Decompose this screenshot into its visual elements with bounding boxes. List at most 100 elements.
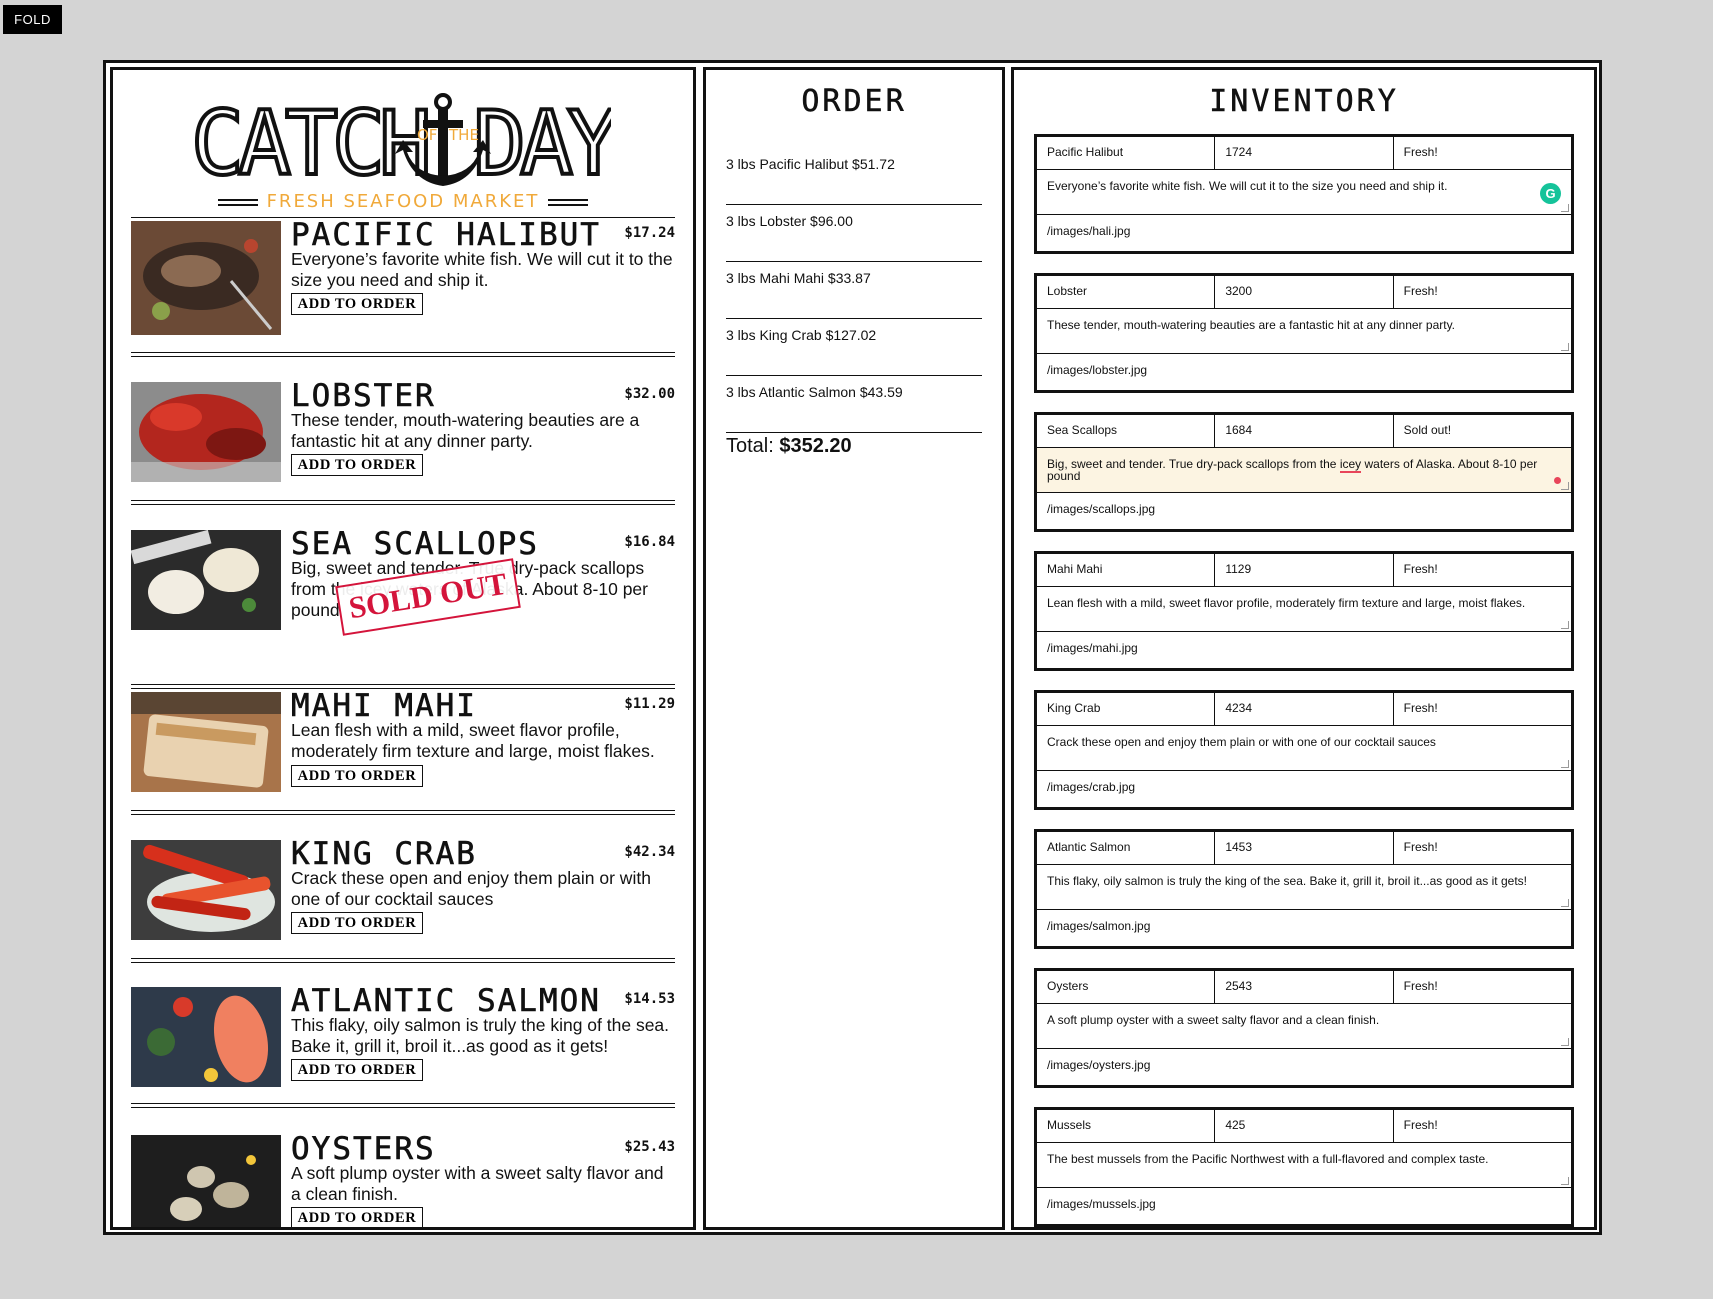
- svg-text:THE: THE: [448, 126, 479, 144]
- status-select[interactable]: Sold out!: [1393, 415, 1571, 447]
- menu-item-name: King Crab: [291, 836, 477, 873]
- image-field[interactable]: /images/mahi.jpg: [1037, 632, 1571, 666]
- name-field[interactable]: Oysters: [1037, 971, 1216, 1003]
- menu-item-price: $14.53: [624, 991, 675, 1007]
- resize-handle[interactable]: [1561, 1177, 1569, 1185]
- status-select[interactable]: Fresh!: [1393, 832, 1571, 864]
- name-field[interactable]: Sea Scallops: [1037, 415, 1216, 447]
- status-select[interactable]: Fresh!: [1393, 137, 1571, 169]
- menu-item-name: Pacific Halibut: [291, 217, 601, 254]
- add-to-order-button[interactable]: ADD TO ORDER: [291, 912, 423, 934]
- order-title: ORDER: [801, 84, 907, 120]
- price-field[interactable]: 425: [1215, 1110, 1394, 1142]
- description-textarea[interactable]: This flaky, oily salmon is truly the kin…: [1037, 865, 1571, 910]
- divider: [131, 958, 675, 963]
- grammarly-icon[interactable]: G: [1540, 183, 1561, 204]
- divider: [131, 352, 675, 357]
- divider: [131, 500, 675, 505]
- add-to-order-button[interactable]: ADD TO ORDER: [291, 1207, 423, 1227]
- price-field[interactable]: 1129: [1215, 554, 1394, 586]
- description-textarea[interactable]: Big, sweet and tender. True dry-pack sca…: [1037, 448, 1571, 493]
- description-textarea[interactable]: Everyone’s favorite white fish. We will …: [1037, 170, 1571, 215]
- image-field[interactable]: /images/salmon.jpg: [1037, 910, 1571, 944]
- resize-handle[interactable]: [1561, 899, 1569, 907]
- price-field[interactable]: 1453: [1215, 832, 1394, 864]
- order-line: 3 lbs Pacific Halibut $51.72: [726, 148, 982, 205]
- resize-handle[interactable]: [1561, 760, 1569, 768]
- name-field[interactable]: King Crab: [1037, 693, 1216, 725]
- resize-handle[interactable]: [1561, 621, 1569, 629]
- menu-item: Lobster $32.00 These tender, mouth-water…: [131, 378, 675, 522]
- menu-panel: CATCH DAY OF THE FRESH SEAFOOD MARKET PA…: [110, 67, 696, 1230]
- divider: [131, 1103, 675, 1108]
- name-field[interactable]: Mussels: [1037, 1110, 1216, 1142]
- inventory-card: King Crab 4234 Fresh! Crack these open a…: [1034, 690, 1574, 810]
- status-select[interactable]: Fresh!: [1393, 276, 1571, 308]
- image-field[interactable]: /images/mussels.jpg: [1037, 1188, 1571, 1222]
- menu-item-description: Everyone’s favorite white fish. We will …: [291, 249, 673, 290]
- image-field[interactable]: /images/oysters.jpg: [1037, 1049, 1571, 1083]
- price-field[interactable]: 4234: [1215, 693, 1394, 725]
- inventory-card: Oysters 2543 Fresh! A soft plump oyster …: [1034, 968, 1574, 1088]
- menu-item-name: Atlantic Salmon: [291, 983, 601, 1020]
- description-textarea[interactable]: Lean flesh with a mild, sweet flavor pro…: [1037, 587, 1571, 632]
- resize-handle[interactable]: [1561, 1038, 1569, 1046]
- menu-item-description: Lean flesh with a mild, sweet flavor pro…: [291, 720, 655, 761]
- oysters-photo: [131, 1135, 281, 1227]
- logo-wordmark: CATCH DAY OF THE: [191, 90, 611, 190]
- menu-item: Atlantic Salmon $14.53 This flaky, oily …: [131, 983, 675, 1137]
- logo: CATCH DAY OF THE FRESH SEAFOOD MARKET: [113, 70, 693, 218]
- add-to-order-button[interactable]: ADD TO ORDER: [291, 765, 423, 787]
- menu-item-name: Oysters: [291, 1131, 436, 1168]
- menu-item: King Crab $42.34 Crack these open and en…: [131, 836, 675, 990]
- image-field[interactable]: /images/lobster.jpg: [1037, 354, 1571, 388]
- spelling-error[interactable]: icey: [1339, 457, 1362, 473]
- name-field[interactable]: Lobster: [1037, 276, 1216, 308]
- resize-handle[interactable]: [1561, 204, 1569, 212]
- description-textarea[interactable]: These tender, mouth-watering beauties ar…: [1037, 309, 1571, 354]
- menu-item-price: $16.84: [624, 534, 675, 550]
- menu-item-name: Mahi Mahi: [291, 688, 477, 725]
- add-to-order-button[interactable]: ADD TO ORDER: [291, 1059, 423, 1081]
- image-field[interactable]: /images/crab.jpg: [1037, 771, 1571, 805]
- description-textarea[interactable]: Crack these open and enjoy them plain or…: [1037, 726, 1571, 771]
- add-to-order-button[interactable]: ADD TO ORDER: [291, 293, 423, 315]
- menu-item-price: $11.29: [624, 696, 675, 712]
- divider: [131, 810, 675, 815]
- inventory-panel: INVENTORY Pacific Halibut 1724 Fresh! Ev…: [1011, 67, 1597, 1230]
- name-field[interactable]: Atlantic Salmon: [1037, 832, 1216, 864]
- price-field[interactable]: 2543: [1215, 971, 1394, 1003]
- order-line: 3 lbs Mahi Mahi $33.87: [726, 262, 982, 319]
- menu-item: Sea Scallops $16.84 Big, sweet and tende…: [131, 526, 675, 690]
- salmon-photo: [131, 987, 281, 1087]
- description-textarea[interactable]: The best mussels from the Pacific Northw…: [1037, 1143, 1571, 1188]
- price-field[interactable]: 3200: [1215, 276, 1394, 308]
- order-panel: ORDER 3 lbs Pacific Halibut $51.72 3 lbs…: [703, 67, 1005, 1230]
- fold-button[interactable]: FOLD: [3, 5, 62, 34]
- status-select[interactable]: Fresh!: [1393, 554, 1571, 586]
- crab-photo: [131, 840, 281, 940]
- order-total-value: $352.20: [779, 435, 852, 457]
- status-select[interactable]: Fresh!: [1393, 693, 1571, 725]
- menu-item-description: A soft plump oyster with a sweet salty f…: [291, 1163, 664, 1204]
- status-select[interactable]: Fresh!: [1393, 1110, 1571, 1142]
- menu-item: Oysters $25.43 A soft plump oyster with …: [131, 1131, 675, 1227]
- description-textarea[interactable]: A soft plump oyster with a sweet salty f…: [1037, 1004, 1571, 1049]
- spellcheck-indicator-icon[interactable]: [1554, 477, 1561, 484]
- scallops-photo: [131, 530, 281, 630]
- svg-text:CATCH: CATCH: [191, 92, 427, 190]
- menu-item-name: Lobster: [291, 378, 436, 415]
- price-field[interactable]: 1724: [1215, 137, 1394, 169]
- name-field[interactable]: Mahi Mahi: [1037, 554, 1216, 586]
- status-select[interactable]: Fresh!: [1393, 971, 1571, 1003]
- add-to-order-button[interactable]: ADD TO ORDER: [291, 454, 423, 476]
- resize-handle[interactable]: [1561, 482, 1569, 490]
- price-field[interactable]: 1684: [1215, 415, 1394, 447]
- image-field[interactable]: /images/hali.jpg: [1037, 215, 1571, 249]
- resize-handle[interactable]: [1561, 343, 1569, 351]
- image-field[interactable]: /images/scallops.jpg: [1037, 493, 1571, 527]
- name-field[interactable]: Pacific Halibut: [1037, 137, 1216, 169]
- svg-text:DAY: DAY: [473, 92, 611, 190]
- lobster-photo: [131, 382, 281, 482]
- inventory-card: Atlantic Salmon 1453 Fresh! This flaky, …: [1034, 829, 1574, 949]
